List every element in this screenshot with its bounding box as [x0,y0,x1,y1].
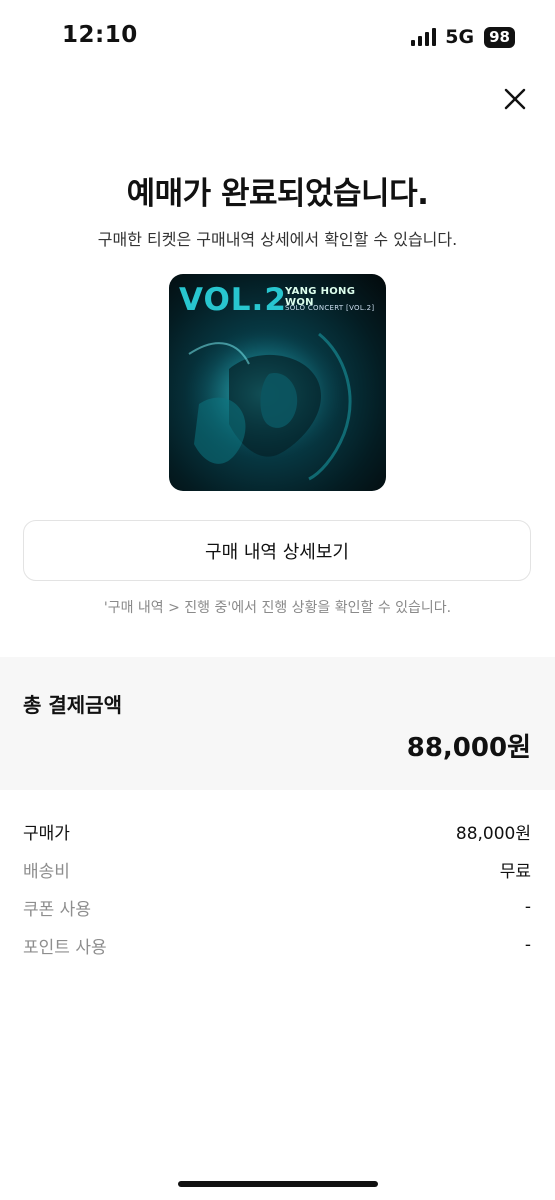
breakdown-row-price: 구매가 88,000원 [0,812,555,850]
breakdown-row-points: 포인트 사용 - [0,926,555,964]
breakdown-label: 포인트 사용 [23,937,107,958]
breakdown-label: 배송비 [23,861,70,882]
status-time: 12:10 [62,22,138,48]
page-title: 예매가 완료되었습니다. [126,176,429,212]
signal-icon [411,28,437,46]
close-button[interactable] [500,84,530,114]
payment-breakdown: 구매가 88,000원 배송비 무료 쿠폰 사용 - 포인트 사용 - [0,812,555,964]
purchase-detail-button[interactable]: 구매 내역 상세보기 [23,520,531,581]
total-payment-label: 총 결제금액 [23,693,122,717]
page-subtitle: 구매한 티켓은 구매내역 상세에서 확인할 수 있습니다. [97,230,458,249]
total-payment-amount: 88,000원 [406,733,531,763]
concert-poster: VOL.2 YANG HONG WON SOLO CONCERT [VOL.2] [169,274,386,491]
total-payment-section: 총 결제금액 88,000원 [0,657,555,790]
breakdown-row-coupon: 쿠폰 사용 - [0,888,555,926]
breakdown-label: 구매가 [23,823,70,844]
poster-concert-text: SOLO CONCERT [VOL.2] [285,304,375,312]
breakdown-value: - [524,935,531,955]
network-type: 5G [445,26,475,48]
breakdown-value: 88,000원 [455,823,531,844]
battery-badge: 98 [484,26,515,48]
status-indicators: 5G 98 [411,26,515,48]
breakdown-label: 쿠폰 사용 [23,899,91,920]
status-bar: 12:10 5G 98 [0,0,555,74]
breakdown-value: - [524,897,531,917]
progress-hint: '구매 내역 > 진행 중'에서 진행 상황을 확인할 수 있습니다. [103,600,452,616]
breakdown-row-shipping: 배송비 무료 [0,850,555,888]
close-icon [504,88,526,110]
home-indicator[interactable] [178,1181,378,1187]
poster-vol-text: VOL.2 [179,282,287,318]
breakdown-value: 무료 [499,861,531,882]
